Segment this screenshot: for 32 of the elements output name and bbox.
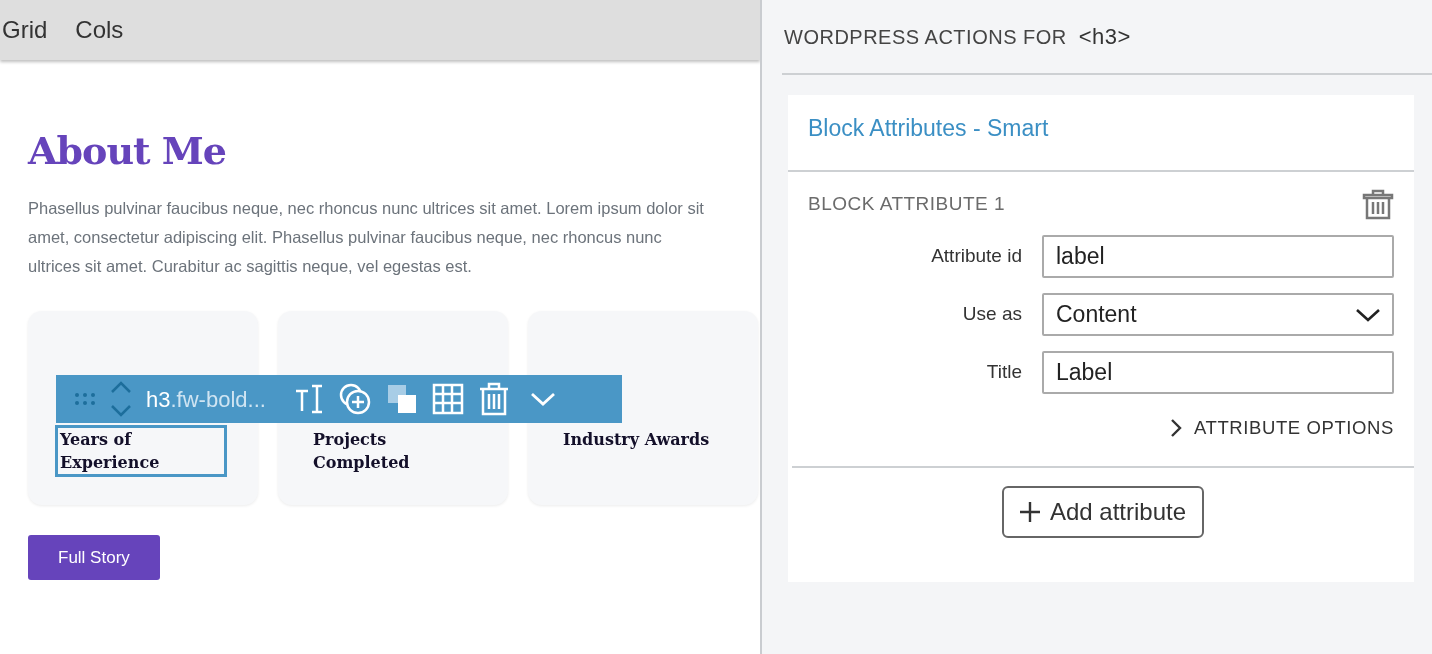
input-field[interactable]: label [1042,235,1394,278]
trash-icon[interactable] [1362,188,1394,220]
section-heading: BLOCK ATTRIBUTE 1 [808,191,1006,216]
grid-icon[interactable] [431,383,464,415]
tag-label: <h3> [1078,23,1131,51]
paragraph: Phasellus pulvinar faucibus neque, nec rhoncus nunc ultrices sit amet. Lorem ipsum dolor sit amet, consectetur adipiscing elit. Phasellus pulvinar faucibus neque, nec rhoncus nunc ultrices sit amet. Curabitur ac sagittis neque, vel egestas est. [28,197,705,277]
plus-icon [1019,501,1040,522]
input-field[interactable]: Label [1042,351,1394,394]
attribute-options-toggle[interactable]: ATTRIBUTE OPTIONS [808,414,1394,442]
card-title[interactable]: Block Attributes - Smart [788,95,1414,172]
full-story-button[interactable]: Full Story [28,534,160,581]
field-label: Attribute id [930,244,1023,269]
chevron-down-icon [1356,307,1380,322]
editor-tab[interactable]: Grid [2,18,48,42]
chevron-down-icon[interactable] [529,391,556,407]
editor-tab[interactable]: Cols [75,18,124,42]
text-cursor-icon[interactable] [293,383,324,415]
element-label: h3.fw-bold... [146,385,266,414]
add-attribute-button[interactable]: Add attribute [1001,485,1205,538]
panel-title: WORDPRESS ACTIONS FOR [784,24,1067,50]
stat-label[interactable]: Years of Experience [55,424,227,477]
add-circle-icon[interactable] [337,382,372,416]
move-up-down-icon[interactable] [110,381,132,417]
chevron-right-icon [1170,417,1182,438]
field-label: Use as [961,302,1023,327]
drag-handle-icon[interactable] [74,392,96,406]
select-field[interactable]: Content [1042,293,1394,336]
stat-label[interactable]: Industry Awards [558,424,730,454]
heading: About Me [28,128,228,174]
field-label: Title [985,360,1023,385]
layers-icon[interactable] [385,383,418,415]
stat-label[interactable]: Projects Completed [308,424,480,477]
